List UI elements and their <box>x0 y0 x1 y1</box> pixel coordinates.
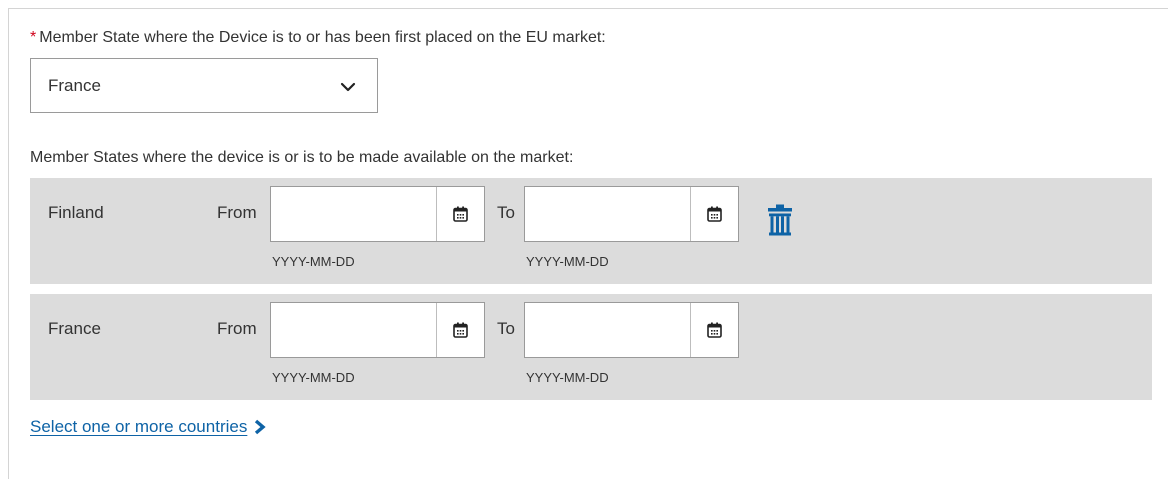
chevron-down-icon <box>340 82 356 92</box>
to-date-field <box>524 302 739 358</box>
to-label: To <box>497 203 515 222</box>
select-countries-link[interactable]: Select one or more countries <box>30 416 267 438</box>
first-placed-label-text: Member State where the Device is to or h… <box>39 29 606 46</box>
first-placed-label: * Member State where the Device is to or … <box>30 28 606 48</box>
trash-icon[interactable] <box>767 204 793 236</box>
from-label: From <box>217 203 257 222</box>
chevron-right-icon <box>255 419 266 435</box>
from-date-hint: YYYY-MM-DD <box>272 254 355 269</box>
to-calendar-button[interactable] <box>690 187 738 241</box>
select-countries-link-text: Select one or more countries <box>30 417 248 436</box>
to-date-input[interactable] <box>525 303 689 357</box>
from-date-field <box>270 186 485 242</box>
calendar-icon <box>453 322 468 338</box>
to-date-field <box>524 186 739 242</box>
calendar-icon <box>707 322 722 338</box>
from-calendar-button[interactable] <box>436 187 484 241</box>
member-state-select[interactable]: France <box>30 58 378 113</box>
to-date-hint: YYYY-MM-DD <box>526 254 609 269</box>
from-date-field <box>270 302 485 358</box>
from-date-hint: YYYY-MM-DD <box>272 370 355 385</box>
member-state-select-value: France <box>48 76 101 95</box>
to-label: To <box>497 319 515 338</box>
to-date-input[interactable] <box>525 187 689 241</box>
from-calendar-button[interactable] <box>436 303 484 357</box>
required-marker: * <box>30 29 37 46</box>
availability-row-finland: Finland From YYYY-MM-DD To YYYY-MM-DD <box>30 178 1152 284</box>
from-label: From <box>217 319 257 338</box>
to-date-hint: YYYY-MM-DD <box>526 370 609 385</box>
calendar-icon <box>707 206 722 222</box>
row-country: France <box>48 319 101 338</box>
from-date-input[interactable] <box>271 187 435 241</box>
from-date-input[interactable] <box>271 303 435 357</box>
row-country: Finland <box>48 203 104 222</box>
calendar-icon <box>453 206 468 222</box>
availability-label: Member States where the device is or is … <box>30 149 574 166</box>
to-calendar-button[interactable] <box>690 303 738 357</box>
availability-row-france: France From YYYY-MM-DD To YYYY-MM-DD <box>30 294 1152 400</box>
